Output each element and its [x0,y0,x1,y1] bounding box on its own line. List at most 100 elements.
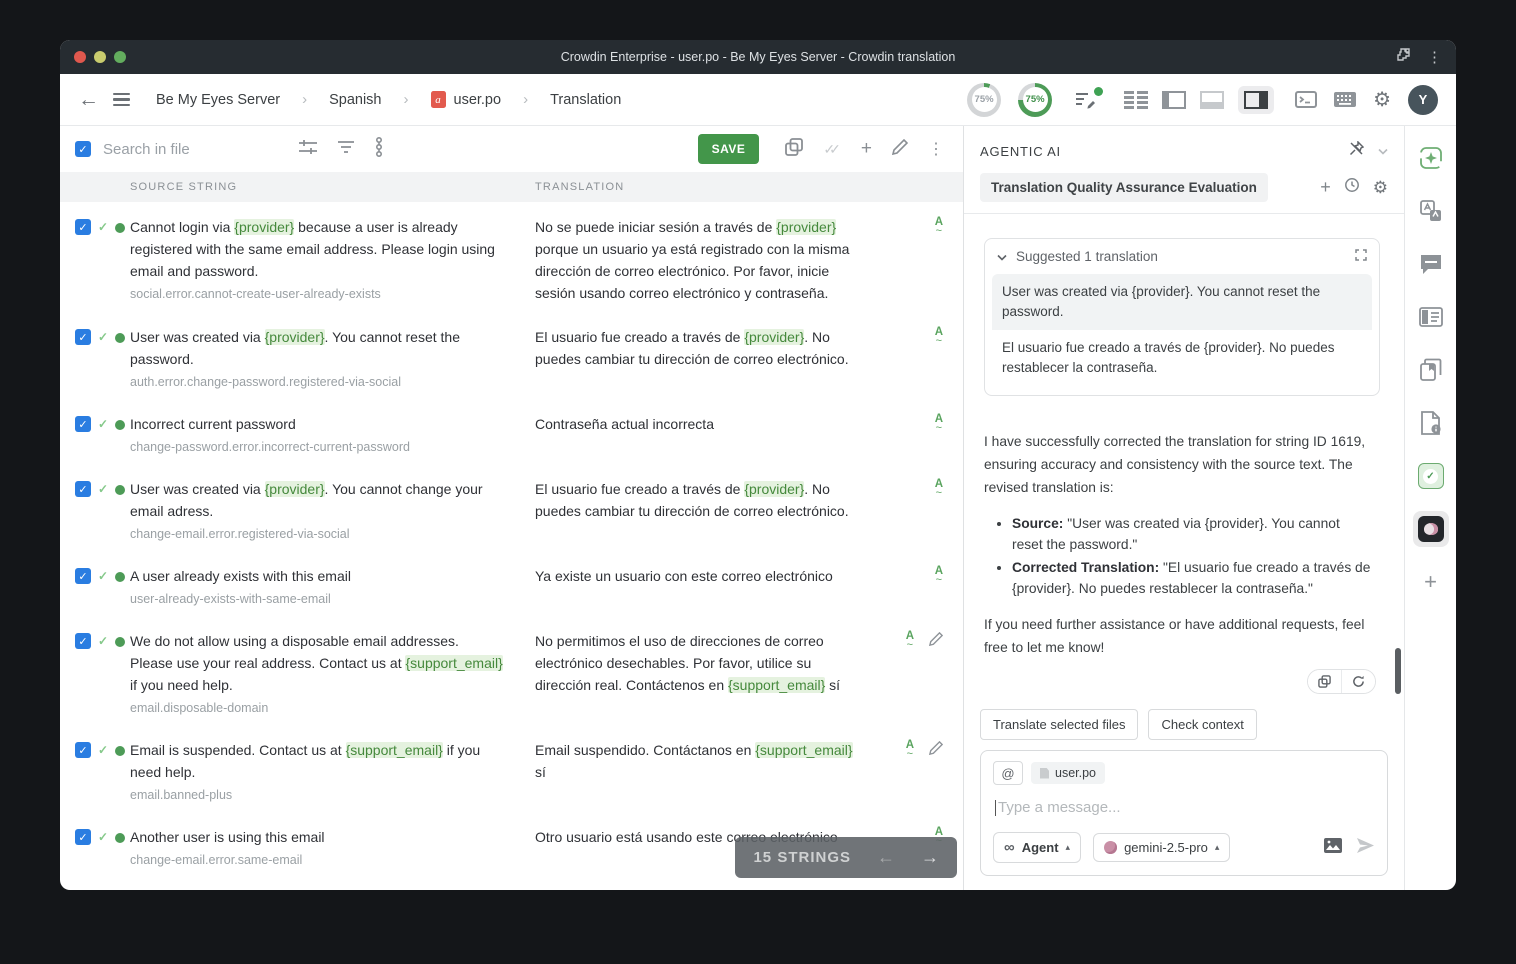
spellcheck-icon[interactable]: A~ [935,328,943,391]
main-menu-icon[interactable] [113,93,130,107]
spellcheck-icon[interactable]: A~ [935,415,943,456]
check-context-button[interactable]: Check context [1148,709,1256,740]
agentic-ai-panel: AGENTIC AI Translation Quality Assurance… [964,126,1404,890]
strings-counter: 15 STRINGS ← → [735,837,957,878]
breadcrumb-language[interactable]: Spanish [329,92,381,108]
edit-string-icon[interactable] [892,139,908,160]
save-button[interactable]: SAVE [698,134,760,164]
comments-icon[interactable] [1413,246,1449,282]
extensions-icon[interactable] [1395,47,1411,68]
table-row[interactable]: ✓✓ User was created via {provider}. Plea… [60,877,963,890]
row-checkbox[interactable]: ✓ [75,329,91,345]
translation-string: Email suspendido. Contáctanos en {suppor… [535,739,889,804]
attach-image-icon[interactable] [1324,838,1342,858]
mention-button[interactable]: @ [993,761,1023,785]
select-all-checkbox[interactable]: ✓ [75,141,91,157]
approval-progress-ring[interactable]: 75% [1018,83,1052,117]
model-select[interactable]: gemini-2.5-pro ▴ [1093,833,1230,862]
qa-checks-app-icon[interactable]: ✓ [1413,458,1449,494]
table-row[interactable]: ✓ ✓ Cannot login via {provider} because a… [60,202,963,312]
layout-bottom-panel-icon[interactable] [1200,91,1224,109]
message-composer[interactable]: @ user.po Type a message... ∞ Agent [980,750,1388,876]
keyboard-shortcuts-icon[interactable] [1334,92,1356,107]
row-checkbox[interactable]: ✓ [75,829,91,845]
panel-settings-icon[interactable]: ⚙ [1373,178,1388,198]
machine-translation-icon[interactable] [1413,193,1449,229]
approve-all-icon[interactable]: ✓✓ [823,141,840,158]
table-row[interactable]: ✓✓ User was created via {provider}. You … [60,464,963,551]
browser-menu-icon[interactable]: ⋮ [1427,48,1442,66]
chevron-down-icon[interactable] [997,249,1007,264]
edit-icon[interactable] [929,741,943,804]
breadcrumb-mode[interactable]: Translation [550,92,621,108]
add-string-icon[interactable]: + [861,138,872,160]
back-button[interactable]: ← [78,88,99,112]
table-row[interactable]: ✓✓ A user already exists with this email… [60,551,963,616]
breadcrumb-project[interactable]: Be My Eyes Server [156,92,280,108]
expand-icon[interactable] [1355,249,1367,264]
settings-gear-icon[interactable]: ⚙ [1373,87,1391,112]
status-dot [115,333,125,343]
app-window: Crowdin Enterprise - user.po - Be My Eye… [60,40,1456,890]
spellcheck-icon[interactable]: A~ [935,567,943,608]
spellcheck-icon[interactable]: A~ [906,632,914,717]
table-row[interactable]: ✓✓ We do not allow using a disposable em… [60,616,963,725]
more-options-icon[interactable]: ⋮ [928,139,944,159]
spellcheck-icon[interactable]: A~ [935,480,943,543]
spellcheck-icon[interactable]: A~ [906,741,914,804]
status-dot [115,420,125,430]
glossary-icon[interactable] [1413,352,1449,388]
row-checkbox[interactable]: ✓ [75,481,91,497]
row-checkbox[interactable]: ✓ [75,742,91,758]
unpin-icon[interactable] [1349,141,1364,161]
minimize-window-button[interactable] [94,51,106,63]
translation-memory-icon[interactable] [1413,299,1449,335]
spellcheck-icon[interactable]: A~ [935,218,943,304]
copy-message-icon[interactable] [1308,670,1341,693]
translate-selected-files-button[interactable]: Translate selected files [980,709,1138,740]
panel-scrollbar[interactable] [1395,648,1401,694]
add-app-icon[interactable]: + [1413,564,1449,600]
approved-check-icon: ✓ [98,219,108,235]
tab-quality-assurance[interactable]: Translation Quality Assurance Evaluation [980,173,1268,202]
agent-mode-select[interactable]: ∞ Agent ▴ [993,832,1081,863]
ai-prompts-icon[interactable] [1413,140,1449,176]
edit-icon[interactable] [929,632,943,717]
agentic-ai-app-icon[interactable] [1413,511,1449,547]
row-checkbox[interactable]: ✓ [75,568,91,584]
source-string: Cannot login via {provider} because a us… [130,216,505,282]
layout-side-by-side-icon[interactable] [1124,91,1148,109]
search-input[interactable] [103,141,273,158]
collapse-panel-icon[interactable] [1378,142,1388,160]
send-icon[interactable] [1356,837,1375,859]
row-checkbox[interactable]: ✓ [75,219,91,235]
suggested-source-text[interactable]: User was created via {provider}. You can… [992,274,1372,330]
file-context-icon[interactable] [1413,405,1449,441]
sort-filter-icon[interactable] [338,140,354,158]
history-icon[interactable] [1344,177,1360,198]
table-row[interactable]: ✓✓ Incorrect current passwordchange-pass… [60,399,963,464]
table-row[interactable]: ✓✓ User was created via {provider}. You … [60,312,963,399]
translation-progress-ring[interactable]: 75% [967,83,1001,117]
user-avatar[interactable]: Y [1408,85,1438,115]
previous-page-icon[interactable]: ← [877,847,895,868]
copy-source-icon[interactable] [785,138,803,161]
row-checkbox[interactable]: ✓ [75,633,91,649]
close-window-button[interactable] [74,51,86,63]
suggested-translation-text[interactable]: El usuario fue creado a través de {provi… [992,330,1372,388]
regenerate-icon[interactable] [1341,670,1375,693]
linked-strings-icon[interactable] [375,137,383,162]
layout-right-panel-icon[interactable] [1238,86,1274,114]
layout-left-panel-icon[interactable] [1162,91,1186,109]
breadcrumb-file[interactable]: a user.po [431,91,502,108]
table-row[interactable]: ✓✓ Email is suspended. Contact us at {su… [60,725,963,812]
message-input[interactable]: Type a message... [995,799,1373,816]
next-page-icon[interactable]: → [921,847,939,868]
zoom-window-button[interactable] [114,51,126,63]
new-chat-icon[interactable]: + [1320,177,1331,198]
advanced-filter-icon[interactable] [299,139,317,160]
attached-file-chip[interactable]: user.po [1031,762,1105,784]
console-icon[interactable] [1295,91,1317,108]
drafts-icon[interactable] [1075,91,1097,109]
row-checkbox[interactable]: ✓ [75,416,91,432]
